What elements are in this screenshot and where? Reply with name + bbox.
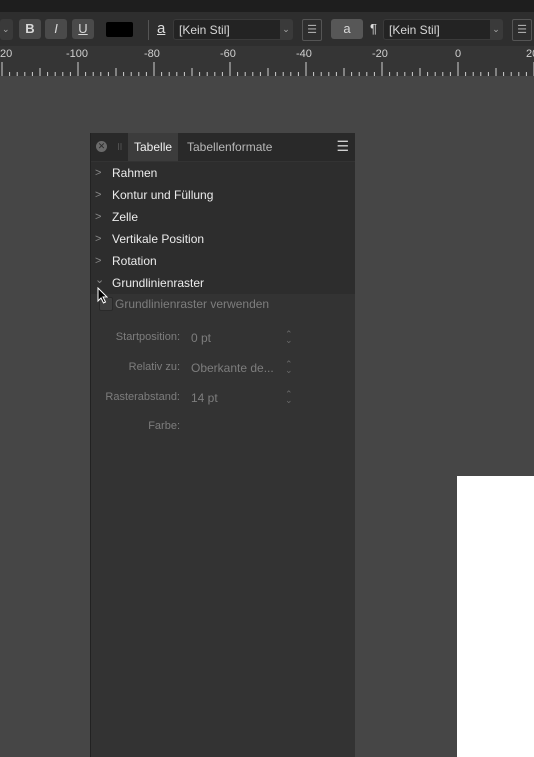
chevron-right-icon: > bbox=[95, 189, 102, 201]
tab-label: Tabellenformate bbox=[187, 140, 273, 154]
chevron-down-icon: ⌄ bbox=[2, 24, 10, 34]
section-label: Rahmen bbox=[112, 166, 158, 180]
section-zelle[interactable]: > Zelle bbox=[91, 206, 355, 228]
panel-menu-icon[interactable]: ☰ bbox=[336, 138, 349, 155]
start-position-field[interactable]: 0 pt bbox=[191, 331, 211, 345]
ruler-label: -60 bbox=[220, 48, 236, 60]
grid-spacing-label: Rasterabstand: bbox=[105, 391, 180, 403]
section-label: Grundlinienraster bbox=[112, 276, 205, 290]
grid-spacing-field[interactable]: 14 pt bbox=[191, 391, 218, 405]
italic-button[interactable]: I bbox=[45, 19, 67, 39]
horizontal-ruler[interactable]: 20 -100 -80 -60 -40 -20 0 20 bbox=[0, 46, 534, 76]
paragraph-style-value: [Kein Stil] bbox=[389, 23, 440, 37]
toolbar-divider bbox=[148, 20, 149, 40]
bold-button[interactable]: B bbox=[19, 19, 41, 39]
character-style-dropdown[interactable]: [Kein Stil] ⌄ bbox=[173, 19, 293, 40]
ruler-label: -20 bbox=[372, 48, 388, 60]
context-toolbar: ⌄ B I U a [Kein Stil] ⌄ ☰ a ¶ [Kein Stil… bbox=[0, 0, 534, 46]
section-vertikale-position[interactable]: > Vertikale Position bbox=[91, 228, 355, 250]
grid-spacing-stepper-icon[interactable]: ⌃ ⌄ bbox=[285, 390, 293, 405]
section-label: Vertikale Position bbox=[112, 232, 205, 246]
ruler-label: -80 bbox=[144, 48, 160, 60]
section-grundlinienraster[interactable]: ⌄ Grundlinienraster bbox=[91, 272, 355, 294]
chevron-down-icon: ⌄ bbox=[280, 20, 292, 39]
close-panel-icon[interactable]: ✕ bbox=[96, 141, 107, 152]
relative-to-dropdown[interactable]: Oberkante de... bbox=[191, 361, 274, 375]
character-style-value: [Kein Stil] bbox=[179, 23, 230, 37]
ruler-label: -40 bbox=[296, 48, 312, 60]
character-style-icon: a bbox=[157, 20, 166, 37]
section-label: Kontur und Füllung bbox=[112, 188, 214, 202]
chevron-down-icon: ⌄ bbox=[490, 20, 502, 39]
chevron-right-icon: > bbox=[95, 211, 102, 223]
paragraph-indent-icon[interactable]: ☰ bbox=[512, 19, 532, 41]
start-position-stepper-icon[interactable]: ⌃ ⌄ bbox=[285, 330, 293, 345]
start-position-label: Startposition: bbox=[115, 331, 180, 343]
text-color-swatch[interactable] bbox=[106, 22, 133, 37]
paragraph-indent-icon[interactable]: ☰ bbox=[302, 19, 322, 41]
ruler-label: 20 bbox=[0, 48, 13, 60]
ruler-label: 20 bbox=[526, 48, 534, 60]
relative-to-label: Relativ zu: bbox=[128, 361, 180, 373]
section-label: Zelle bbox=[112, 210, 139, 224]
tab-tabelle[interactable]: Tabelle bbox=[128, 133, 178, 161]
document-page[interactable] bbox=[457, 476, 534, 757]
character-style-indicator[interactable]: a bbox=[331, 19, 363, 39]
paragraph-style-dropdown[interactable]: [Kein Stil] ⌄ bbox=[383, 19, 503, 40]
use-baseline-grid-label: Grundlinienraster verwenden bbox=[115, 297, 270, 311]
chevron-right-icon: > bbox=[95, 233, 102, 245]
table-panel: ✕ ॥ Tabelle Tabellenformate ☰ > Rahmen >… bbox=[90, 133, 355, 757]
mouse-cursor-icon bbox=[97, 287, 109, 304]
relative-to-chevron-icon[interactable]: ⌃ ⌄ bbox=[285, 360, 293, 375]
panel-tab-bar: ✕ ॥ Tabelle Tabellenformate ☰ bbox=[91, 133, 355, 161]
section-label: Rotation bbox=[112, 254, 157, 268]
tab-label: Tabelle bbox=[134, 140, 173, 154]
underline-button[interactable]: U bbox=[72, 19, 94, 39]
font-size-dropdown-arrow[interactable]: ⌄ bbox=[0, 19, 13, 40]
drag-handle-icon[interactable]: ॥ bbox=[116, 139, 123, 154]
section-rotation[interactable]: > Rotation bbox=[91, 250, 355, 272]
toolbar-top-strip bbox=[0, 0, 534, 12]
color-label: Farbe: bbox=[148, 420, 180, 432]
ruler-label: 0 bbox=[455, 48, 462, 60]
paragraph-style-icon: ¶ bbox=[370, 21, 377, 36]
chevron-right-icon: > bbox=[95, 167, 102, 179]
section-rahmen[interactable]: > Rahmen bbox=[91, 162, 355, 184]
tab-tabellenformate[interactable]: Tabellenformate bbox=[183, 133, 293, 161]
section-kontur-und-fuellung[interactable]: > Kontur und Füllung bbox=[91, 184, 355, 206]
ruler-label: -100 bbox=[66, 48, 89, 60]
